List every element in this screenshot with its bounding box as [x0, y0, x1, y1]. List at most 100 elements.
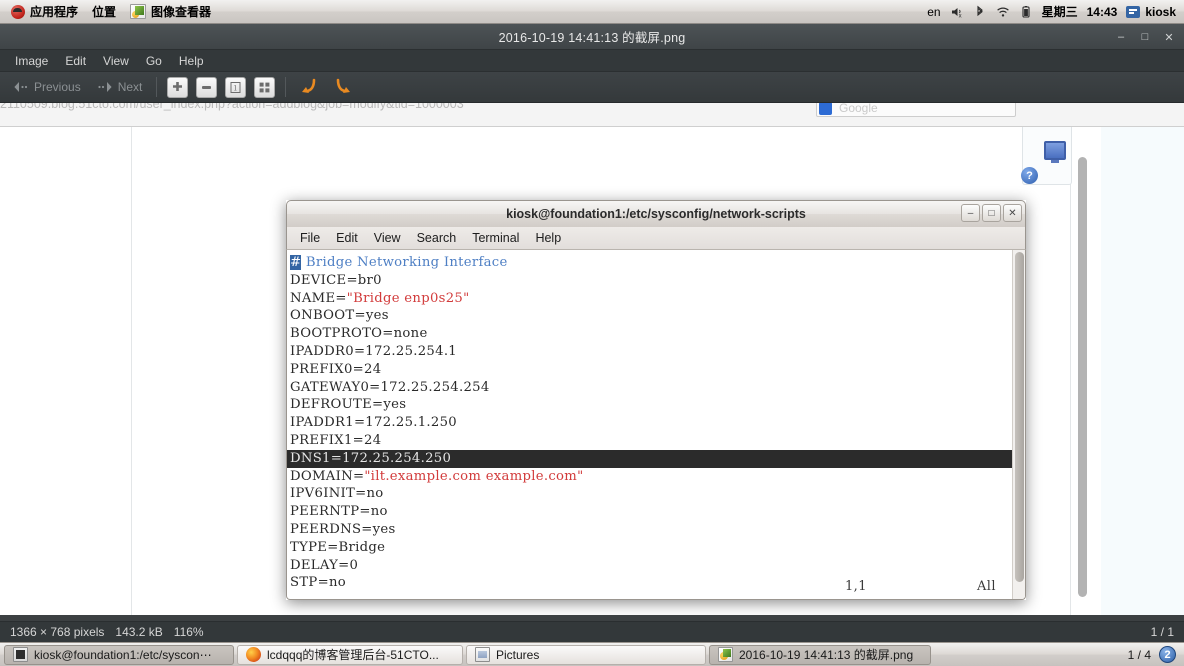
statusbar-right: 1 / 1 — [1151, 625, 1174, 639]
vim-line: DEVICE=br0 — [287, 272, 1012, 290]
monitor-icon — [1044, 141, 1066, 163]
vim-scroll-indicator: All — [977, 579, 996, 594]
image-viewer-window-controls: – □ ✕ — [1110, 24, 1180, 50]
normal-size-icon[interactable]: 1 — [225, 76, 247, 98]
taskbar-item-firefox-label: lcdqqq的博客管理后台-51CTO... — [267, 648, 439, 662]
vim-line: TYPE=Bridge — [287, 539, 1012, 557]
panel-right-group: en x 星期三 14:43 kiosk — [927, 3, 1184, 20]
google-chip-icon — [819, 103, 832, 115]
terminal-menu-terminal[interactable]: Terminal — [465, 229, 526, 247]
vim-line: DELAY=0 — [287, 557, 1012, 575]
vim-line: IPV6INIT=no — [287, 485, 1012, 503]
vim-line-text: TYPE=Bridge — [290, 539, 386, 555]
minimize-button[interactable]: – — [1110, 27, 1132, 47]
taskbar-item-pictures[interactable]: Pictures — [466, 644, 706, 665]
bluetooth-icon[interactable] — [973, 5, 987, 19]
clock-time[interactable]: 14:43 — [1087, 5, 1118, 19]
terminal-minimize-button[interactable]: – — [961, 204, 980, 222]
vim-line-text: IPADDR1=172.25.1.250 — [290, 415, 457, 431]
image-viewer-title: 2016-10-19 14:41:13 的截屏.png — [498, 31, 686, 45]
terminal-scrollbar-thumb[interactable] — [1015, 252, 1024, 582]
terminal-body[interactable]: # Bridge Networking Interface DEVICE=br0 N… — [286, 250, 1026, 600]
image-viewer-statusbar: 1366 × 768 pixels 143.2 kB 116% 1 / 1 — [0, 621, 1184, 642]
vim-line-text: BOOTPROTO=none — [290, 326, 428, 342]
terminal-window-controls: – □ ✕ — [961, 204, 1022, 222]
terminal-menu-view[interactable]: View — [367, 229, 408, 247]
close-button[interactable]: ✕ — [1158, 27, 1180, 47]
vim-line: NAME="Bridge enp0s25" — [287, 290, 1012, 308]
menu-go[interactable]: Go — [139, 52, 169, 70]
vim-line-text: PEERDNS=yes — [290, 521, 396, 537]
places-menu-label: 位置 — [92, 5, 117, 19]
terminal-menu-help[interactable]: Help — [528, 229, 568, 247]
places-menu[interactable]: 位置 — [85, 1, 123, 23]
bottom-taskbar: kiosk@foundation1:/etc/syscon⋯ lcdqqq的博客… — [0, 642, 1184, 666]
zoom-out-icon[interactable] — [196, 76, 218, 98]
taskbar-item-terminal[interactable]: kiosk@foundation1:/etc/syscon⋯ — [4, 644, 234, 665]
vim-buffer[interactable]: # Bridge Networking Interface DEVICE=br0 N… — [287, 250, 1012, 599]
image-viewer-icon — [130, 4, 147, 19]
volume-muted-icon[interactable]: x — [950, 5, 964, 19]
vim-key: NAME= — [290, 290, 347, 306]
vim-line-text: PEERNTP=no — [290, 504, 388, 520]
maximize-button[interactable]: □ — [1134, 27, 1156, 47]
applications-menu[interactable]: 应用程序 — [4, 1, 85, 23]
wifi-icon[interactable] — [996, 5, 1010, 19]
vim-cursor-position: 1,1 — [845, 579, 867, 594]
rotate-left-icon[interactable] — [297, 75, 321, 99]
workspace-badge[interactable]: 2 — [1159, 646, 1176, 663]
captured-scrollbar-thumb — [1078, 157, 1087, 597]
menu-help[interactable]: Help — [172, 52, 211, 70]
applications-menu-label: 应用程序 — [30, 5, 79, 19]
image-canvas[interactable]: 2110509.blog.51cto.com/user_index.php?ac… — [0, 103, 1184, 621]
user-menu[interactable]: kiosk — [1126, 5, 1176, 19]
menu-view[interactable]: View — [96, 52, 136, 70]
vim-line: # Bridge Networking Interface — [287, 254, 1012, 272]
clock-day[interactable]: 星期三 — [1042, 3, 1078, 20]
svg-text:1: 1 — [234, 83, 238, 92]
terminal-maximize-button[interactable]: □ — [982, 204, 1001, 222]
image-viewer-toolbar: Previous Next 1 — [0, 72, 1184, 103]
vim-line: PEERNTP=no — [287, 503, 1012, 521]
terminal-menu-search[interactable]: Search — [410, 229, 464, 247]
vim-line: IPADDR1=172.25.1.250 — [287, 414, 1012, 432]
terminal-scrollbar[interactable] — [1012, 250, 1025, 599]
keyboard-layout-indicator[interactable]: en — [927, 5, 940, 19]
help-circle-icon: ? — [1021, 167, 1038, 184]
vim-line: DNS1=172.25.254.250 — [287, 449, 1012, 468]
vim-key: DOMAIN= — [290, 468, 365, 484]
image-viewer-titlebar[interactable]: 2016-10-19 14:41:13 的截屏.png – □ ✕ — [0, 24, 1184, 50]
menu-image[interactable]: Image — [8, 52, 55, 70]
taskbar-item-pictures-label: Pictures — [496, 647, 540, 662]
image-viewer-window: 2016-10-19 14:41:13 的截屏.png – □ ✕ Image … — [0, 24, 1184, 642]
arrow-left-icon — [13, 81, 29, 93]
image-index: 1 / 1 — [1150, 625, 1174, 639]
statusbar-left: 1366 × 768 pixels 143.2 kB 116% — [10, 625, 204, 639]
taskbar-right-group: 1 / 4 2 — [1128, 646, 1180, 663]
best-fit-icon[interactable] — [254, 76, 276, 98]
terminal-menubar: File Edit View Search Terminal Help — [286, 227, 1026, 250]
next-button[interactable]: Next — [90, 77, 150, 97]
captured-right-pane — [1101, 127, 1184, 615]
user-menu-label: kiosk — [1145, 4, 1176, 19]
vim-line-text: DELAY=0 — [290, 557, 359, 573]
menu-edit[interactable]: Edit — [58, 52, 93, 70]
previous-button[interactable]: Previous — [6, 77, 88, 97]
rotate-right-icon[interactable] — [331, 75, 355, 99]
image-viewer-icon — [718, 647, 733, 662]
workspace-switcher-label[interactable]: 1 / 4 — [1128, 648, 1151, 662]
vim-line-text: IPADDR0=172.25.254.1 — [290, 343, 457, 359]
window-list-item-image-viewer[interactable]: 图像查看器 — [123, 1, 218, 23]
terminal-close-button[interactable]: ✕ — [1003, 204, 1022, 222]
terminal-titlebar[interactable]: kiosk@foundation1:/etc/sysconfig/network… — [286, 200, 1026, 227]
vim-line: PEERDNS=yes — [287, 521, 1012, 539]
captured-url-string: 2110509.blog.51cto.com/user_index.php?ac… — [0, 103, 464, 111]
vim-line: BOOTPROTO=none — [287, 325, 1012, 343]
terminal-menu-file[interactable]: File — [293, 229, 327, 247]
zoom-in-icon[interactable] — [167, 76, 189, 98]
taskbar-item-image-viewer[interactable]: 2016-10-19 14:41:13 的截屏.png — [709, 644, 931, 665]
battery-icon[interactable] — [1019, 5, 1033, 19]
terminal-menu-edit[interactable]: Edit — [329, 229, 365, 247]
vim-line-text: IPV6INIT=no — [290, 486, 384, 502]
taskbar-item-firefox[interactable]: lcdqqq的博客管理后台-51CTO... — [237, 644, 463, 665]
